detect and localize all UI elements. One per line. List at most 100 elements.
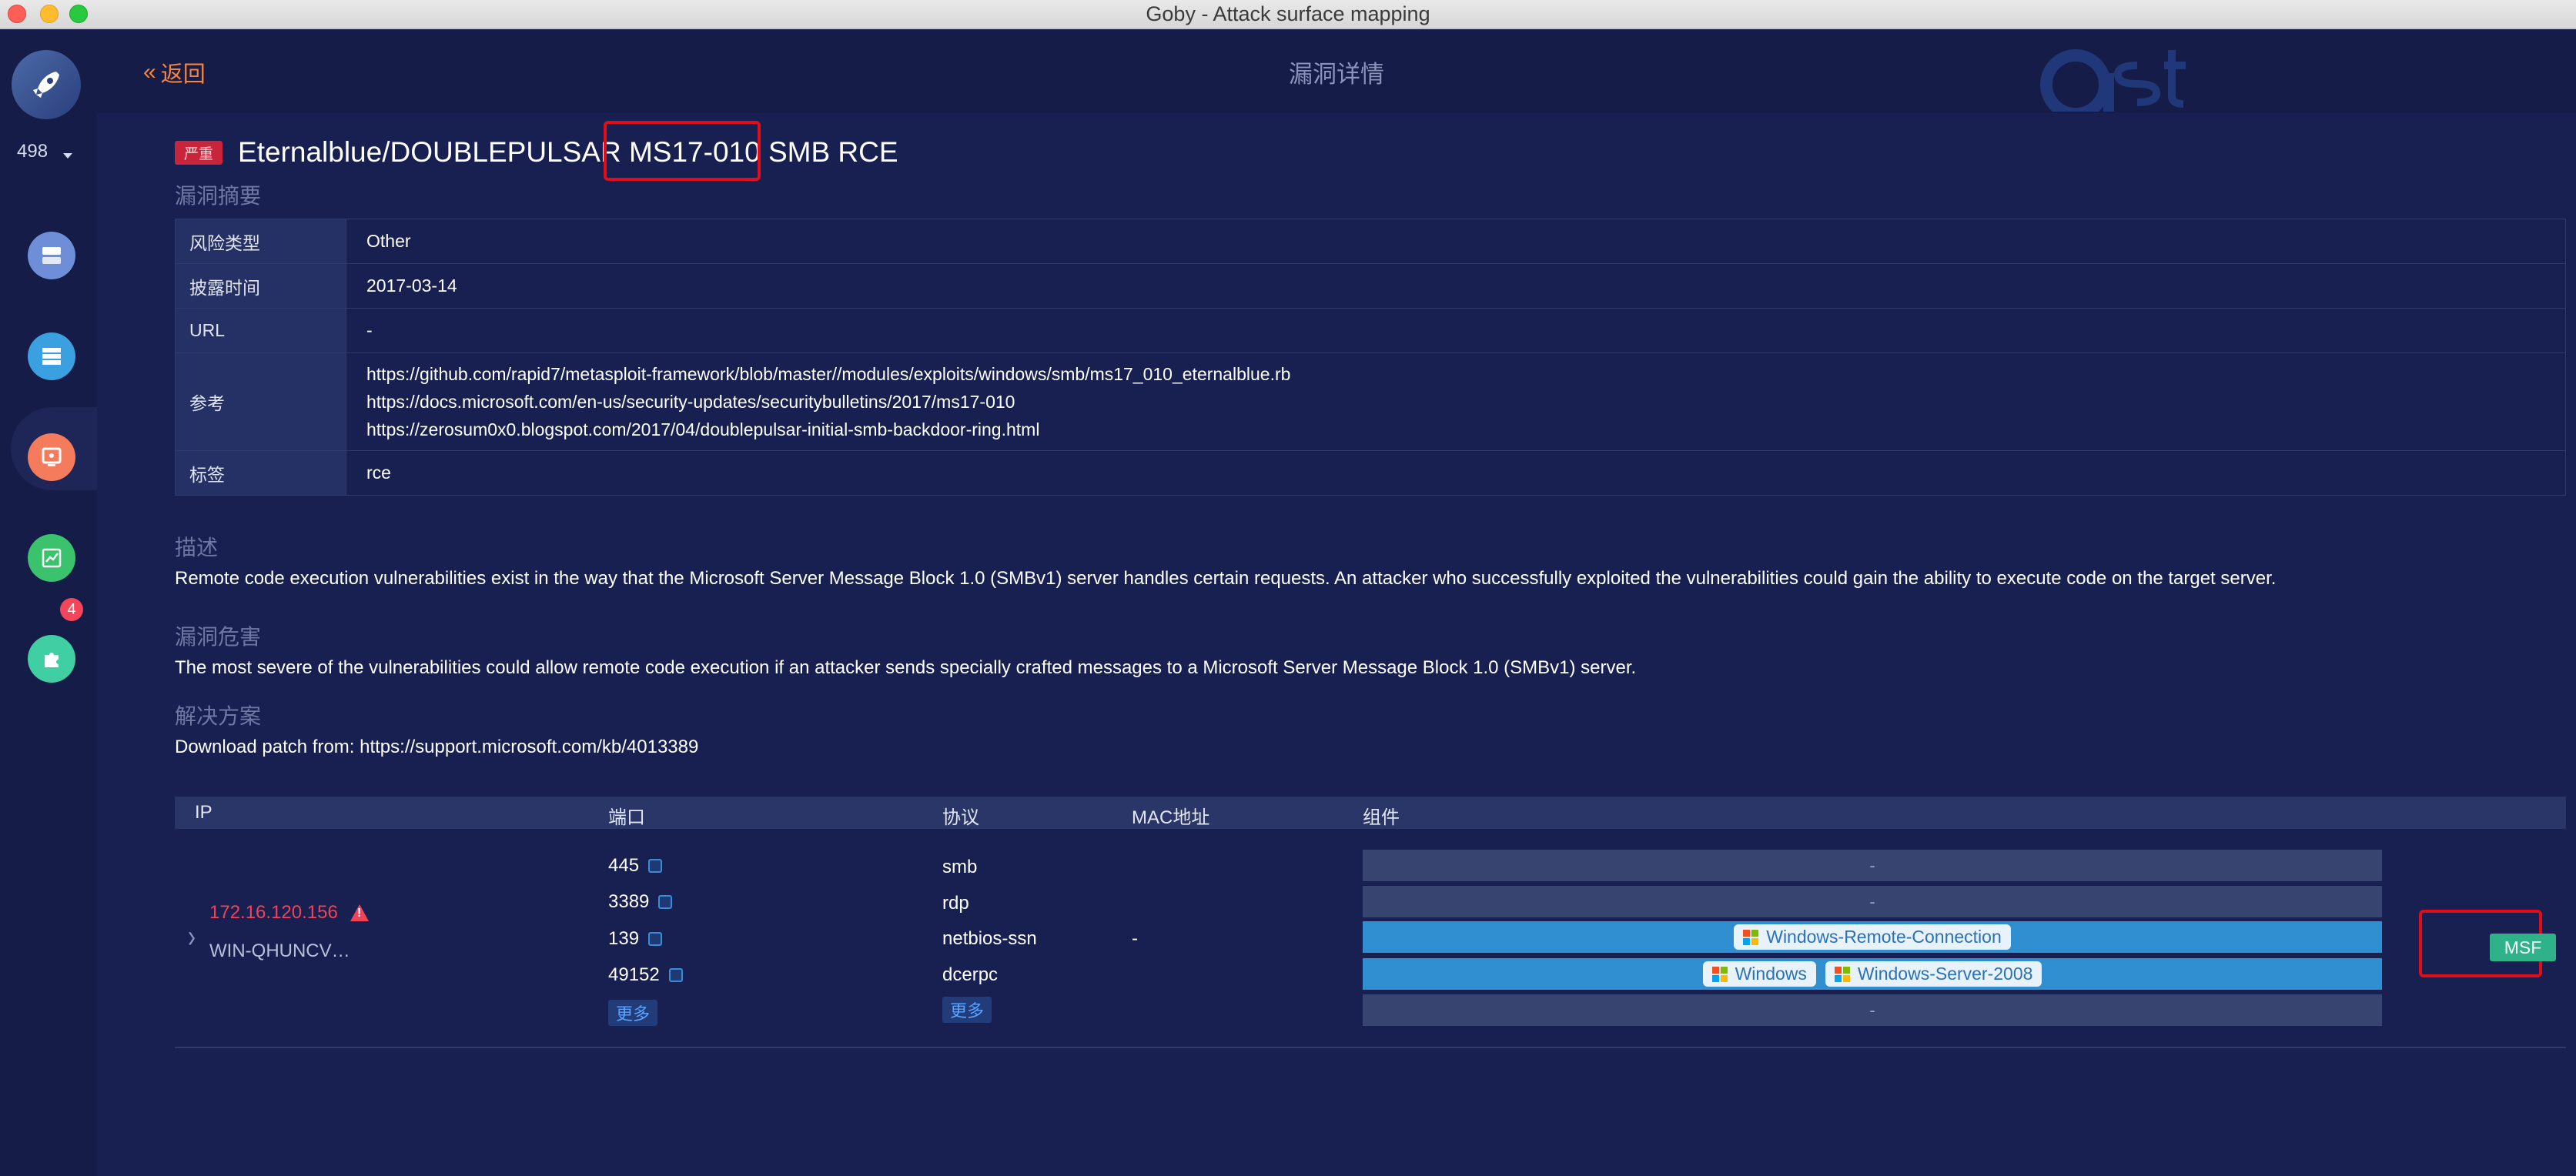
protocol-item: netbios-ssn [942, 928, 1037, 949]
port-item: 139 [608, 928, 663, 950]
protocol-item: rdp [942, 893, 969, 914]
description-title: 描述 [175, 536, 219, 560]
summary-key: URL [175, 308, 346, 353]
port-item: 49152 [608, 964, 683, 986]
watermark-graphic [2040, 49, 2186, 113]
plugin-icon [45, 653, 59, 667]
windows-logo-icon [1743, 929, 1759, 945]
summary-value: - [346, 308, 2566, 353]
component-row: - [1363, 850, 2382, 881]
msf-exploit-button[interactable]: MSF [2490, 934, 2556, 961]
component-row: Windows Windows-Server-2008 [1363, 958, 2382, 990]
summary-row-references: 参考 https://github.com/rapid7/metasploit-… [175, 352, 2566, 451]
protocol-item: dcerpc [942, 964, 999, 985]
column-header-component: 组件 [1363, 807, 1400, 828]
summary-row: URL - [175, 308, 2566, 353]
goby-logo[interactable] [12, 50, 81, 119]
summary-key: 参考 [175, 352, 346, 451]
component-tag[interactable]: Windows-Remote-Connection [1734, 924, 2011, 950]
windows-logo-icon [1711, 966, 1728, 982]
component-tag[interactable]: Windows-Server-2008 [1825, 961, 2042, 987]
column-header-protocol: 协议 [942, 807, 979, 828]
port-item: 445 [608, 855, 663, 877]
summary-table: 风险类型 Other 披露时间 2017-03-14 URL - 参考 http… [175, 219, 2566, 496]
port-number: 445 [608, 855, 640, 876]
host-ip-text: 172.16.120.156 [209, 902, 338, 923]
protocol-item: smb [942, 857, 978, 877]
background-logo-watermark [2037, 42, 2222, 113]
port-detail-icon[interactable] [658, 895, 673, 909]
component-tag-label: Windows-Server-2008 [1857, 964, 2033, 984]
reference-link[interactable]: https://zerosum0x0.blogspot.com/2017/04/… [366, 416, 2545, 443]
report-chart-icon [42, 548, 62, 568]
impact-title: 漏洞危害 [175, 625, 262, 649]
plugin-notification-badge: 4 [60, 598, 83, 621]
summary-row: 标签 rce [175, 450, 2566, 496]
component-placeholder: - [1869, 891, 1875, 911]
server-list-icon [42, 348, 61, 365]
top-bar: « 返回 漏洞详情 [97, 30, 2576, 113]
port-number: 139 [608, 928, 640, 949]
sidebar: 498 4 [0, 30, 97, 1176]
reference-link[interactable]: https://docs.microsoft.com/en-us/securit… [366, 388, 2545, 416]
solution-text: Download patch from: https://support.mic… [175, 737, 699, 757]
vuln-detail-panel: 严重 Eternalblue/DOUBLEPULSAR MS17-010 SMB… [144, 113, 2576, 1176]
component-tag[interactable]: Windows [1702, 961, 1816, 987]
column-header-mac: MAC地址 [1132, 807, 1210, 828]
highlight-box-ms17-010 [604, 121, 761, 181]
mac-address: - [1132, 928, 1138, 949]
column-header-ip: IP [195, 802, 212, 823]
host-name: WIN-QHUNCV… [209, 940, 350, 961]
port-detail-icon[interactable] [668, 968, 683, 982]
summary-key: 标签 [175, 450, 346, 496]
windows-logo-icon [1834, 966, 1850, 982]
chevron-down-icon[interactable] [63, 153, 72, 159]
nav-report[interactable] [28, 534, 75, 582]
warning-icon [350, 904, 369, 921]
vuln-name: Eternalblue/DOUBLEPULSAR MS17-010 SMB RC… [238, 136, 898, 168]
ports-more-button[interactable]: 更多 [608, 1000, 658, 1026]
component-tag-label: Windows [1735, 964, 1807, 984]
app-window: Goby - Attack surface mapping 498 4 « 返回… [0, 0, 2576, 1176]
summary-value: 2017-03-14 [346, 263, 2566, 309]
protocols-more-button[interactable]: 更多 [942, 997, 992, 1023]
summary-value-references: https://github.com/rapid7/metasploit-fra… [346, 352, 2566, 451]
scan-count[interactable]: 498 [17, 141, 48, 162]
nav-plugins[interactable] [28, 635, 75, 683]
summary-value: rce [346, 450, 2566, 496]
window-title: Goby - Attack surface mapping [1146, 2, 1430, 25]
vulnerability-icon [42, 447, 62, 466]
component-tag-label: Windows-Remote-Connection [1766, 927, 2002, 947]
hosts-table-header: IP 端口 协议 MAC地址 组件 [175, 797, 2566, 829]
row-divider [175, 1047, 2566, 1048]
solution-title: 解决方案 [175, 704, 262, 728]
column-header-port: 端口 [608, 807, 645, 828]
component-row: - [1363, 886, 2382, 917]
rocket-icon [33, 72, 59, 98]
nav-vulnerabilities[interactable] [28, 433, 75, 481]
description-text: Remote code execution vulnerabilities ex… [175, 568, 2277, 589]
port-detail-icon[interactable] [648, 932, 663, 946]
component-placeholder: - [1869, 1000, 1875, 1020]
nav-assets[interactable] [28, 332, 75, 380]
summary-row: 披露时间 2017-03-14 [175, 263, 2566, 309]
expand-row-chevron-icon[interactable]: › [188, 919, 196, 956]
component-placeholder: - [1869, 855, 1875, 875]
nav-dashboard[interactable] [28, 232, 75, 279]
component-row: Windows-Remote-Connection [1363, 921, 2382, 953]
severity-badge: 严重 [175, 140, 223, 165]
summary-row: 风险类型 Other [175, 219, 2566, 264]
impact-text: The most severe of the vulnerabilities c… [175, 657, 1637, 678]
port-number: 3389 [608, 891, 650, 912]
port-item: 3389 [608, 891, 673, 913]
port-detail-icon[interactable] [648, 859, 663, 873]
reference-link[interactable]: https://github.com/rapid7/metasploit-fra… [366, 360, 2545, 388]
summary-value: Other [346, 219, 2566, 264]
host-ip[interactable]: 172.16.120.156 [209, 902, 369, 924]
vuln-header: 严重 Eternalblue/DOUBLEPULSAR MS17-010 SMB… [175, 133, 898, 172]
title-bar: Goby - Attack surface mapping [0, 0, 2576, 29]
component-row: - [1363, 994, 2382, 1026]
dashboard-icon [42, 247, 61, 264]
summary-key: 披露时间 [175, 263, 346, 309]
port-number: 49152 [608, 964, 660, 985]
